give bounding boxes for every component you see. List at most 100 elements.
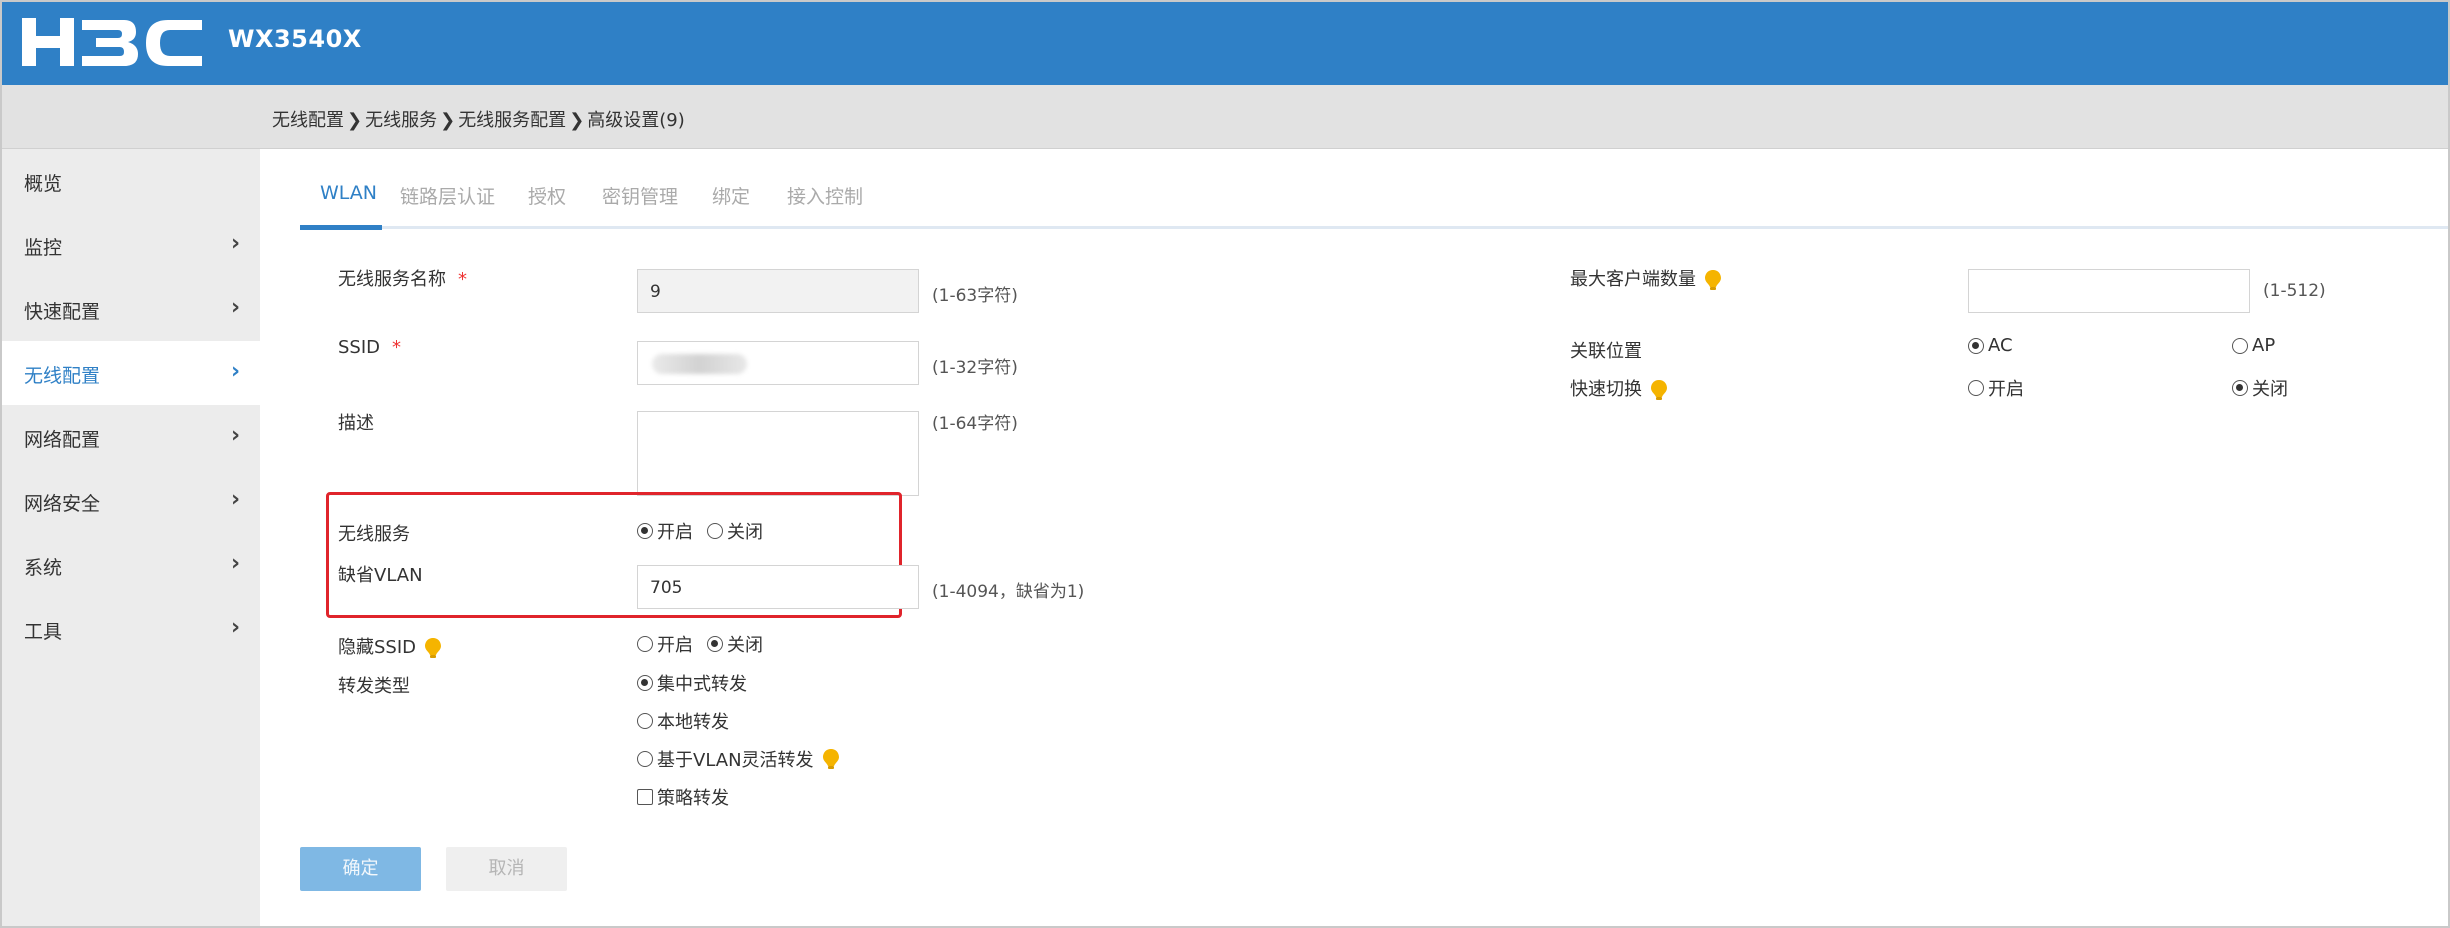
radio-checked-icon [1968, 337, 1984, 354]
h3c-logo [22, 18, 202, 66]
tip-bulb-icon[interactable] [820, 747, 842, 771]
main-content: WLAN 链路层认证 授权 密钥管理 绑定 接入控制 无线服务名称 * 9 (1-… [260, 149, 2448, 926]
sidebar-item-label: 网络配置 [24, 429, 101, 451]
hide-ssid-radio-group: 开启 关闭 [637, 631, 777, 657]
hide-ssid-label: 隐藏SSID [338, 633, 444, 660]
wireless-service-radio-group: 开启 关闭 [637, 518, 777, 544]
tab-key-management[interactable]: 密钥管理 [602, 182, 678, 209]
sidebar-item-label: 工具 [24, 621, 63, 643]
sidebar: 概览 监控 › 快速配置 › 无线配置 › 网络配置 › 网络安全 › 系统 ›… [2, 149, 260, 926]
sidebar-item-label: 系统 [24, 557, 63, 579]
forward-type-label: 转发类型 [338, 676, 410, 697]
radio-hide-ssid-on[interactable]: 开启 [637, 631, 693, 657]
max-clients-input[interactable] [1968, 269, 2250, 313]
radio-forward-vlan-flexible[interactable]: 基于VLAN灵活转发 [637, 746, 856, 772]
radio-assoc-ac[interactable]: AC [1968, 335, 2027, 359]
sidebar-item-network-security[interactable]: 网络安全 › [2, 469, 260, 533]
sidebar-item-label: 监控 [24, 237, 63, 259]
sidebar-item-label: 快速配置 [24, 301, 101, 323]
tab-link-auth[interactable]: 链路层认证 [400, 182, 495, 209]
breadcrumb-separator-icon: ❯ [569, 110, 585, 131]
sidebar-item-label: 概览 [24, 173, 63, 195]
radio-fast-roaming-off[interactable]: 关闭 [2232, 375, 2302, 401]
app-window: WX3540X 无线配置 ❯ 无线服务 ❯ 无线服务配置 ❯ 高级设置(9) 概览 监控 ›… [0, 0, 2450, 928]
tab-wlan[interactable]: WLAN [320, 182, 377, 204]
radio-assoc-ap[interactable]: AP [2232, 335, 2289, 359]
breadcrumb-item[interactable]: 无线服务 [365, 110, 437, 131]
ssid-label: SSID * [338, 337, 402, 358]
chevron-right-icon: › [231, 231, 241, 256]
radio-unchecked-icon [2232, 337, 2248, 354]
ssid-hint: (1-32字符) [932, 358, 1018, 378]
default-vlan-hint: (1-4094，缺省为1) [932, 582, 1085, 602]
tip-bulb-icon[interactable] [1702, 268, 1724, 292]
radio-checked-icon [707, 636, 723, 652]
radio-forward-centralized[interactable]: 集中式转发 [637, 670, 761, 696]
default-vlan-label: 缺省VLAN [338, 565, 423, 586]
ok-button[interactable]: 确定 [300, 847, 421, 891]
radio-unchecked-icon [1968, 380, 1984, 396]
service-name-hint: (1-63字符) [932, 286, 1018, 306]
sidebar-item-wireless-config[interactable]: 无线配置 › [2, 341, 260, 405]
sidebar-item-monitor[interactable]: 监控 › [2, 213, 260, 277]
sidebar-item-overview[interactable]: 概览 [2, 149, 260, 213]
breadcrumb-separator-icon: ❯ [440, 110, 456, 131]
breadcrumb-bar: 无线配置 ❯ 无线服务 ❯ 无线服务配置 ❯ 高级设置(9) [2, 85, 2448, 149]
tab-access-control[interactable]: 接入控制 [787, 182, 863, 209]
sidebar-item-network-config[interactable]: 网络配置 › [2, 405, 260, 469]
breadcrumb-current: 高级设置(9) [587, 110, 685, 131]
breadcrumb-separator-icon: ❯ [347, 110, 363, 131]
breadcrumb-item[interactable]: 无线服务配置 [458, 110, 566, 131]
max-clients-label: 最大客户端数量 [1570, 265, 1724, 292]
description-textarea[interactable] [637, 411, 919, 496]
required-mark: * [458, 269, 467, 290]
chevron-right-icon: › [231, 359, 241, 384]
description-label: 描述 [338, 413, 374, 434]
sidebar-item-system[interactable]: 系统 › [2, 533, 260, 597]
required-mark: * [392, 337, 402, 358]
top-header: WX3540X [2, 2, 2448, 85]
chevron-right-icon: › [231, 551, 241, 576]
radio-fast-roaming-on[interactable]: 开启 [1968, 375, 2038, 401]
service-name-label: 无线服务名称 * [338, 269, 467, 290]
tab-authorization[interactable]: 授权 [528, 182, 566, 209]
cancel-button[interactable]: 取消 [446, 847, 567, 891]
ssid-input[interactable] [637, 341, 919, 385]
default-vlan-input[interactable]: 705 [637, 565, 919, 609]
radio-unchecked-icon [637, 713, 653, 729]
chevron-right-icon: › [231, 487, 241, 512]
radio-checked-icon [637, 675, 653, 691]
checkbox-unchecked-icon [637, 789, 653, 805]
fast-roaming-label: 快速切换 [1570, 375, 1670, 402]
breadcrumb-item[interactable]: 无线配置 [272, 110, 344, 131]
sidebar-item-label: 无线配置 [24, 365, 101, 387]
radio-wireless-service-on[interactable]: 开启 [637, 518, 693, 544]
radio-forward-local[interactable]: 本地转发 [637, 708, 743, 734]
radio-wireless-service-off[interactable]: 关闭 [707, 518, 763, 544]
radio-unchecked-icon [637, 751, 653, 767]
assoc-location-label: 关联位置 [1570, 341, 1642, 362]
breadcrumb: 无线配置 ❯ 无线服务 ❯ 无线服务配置 ❯ 高级设置(9) [272, 106, 685, 132]
sidebar-item-quick-config[interactable]: 快速配置 › [2, 277, 260, 341]
chevron-right-icon: › [231, 423, 241, 448]
radio-hide-ssid-off[interactable]: 关闭 [707, 631, 763, 657]
max-clients-hint: (1-512) [2263, 281, 2326, 301]
tab-binding[interactable]: 绑定 [712, 182, 750, 209]
sidebar-item-tools[interactable]: 工具 › [2, 597, 260, 661]
radio-unchecked-icon [637, 636, 653, 652]
sidebar-item-label: 网络安全 [24, 493, 101, 515]
description-hint: (1-64字符) [932, 414, 1018, 434]
wireless-service-label: 无线服务 [338, 524, 410, 545]
radio-checked-icon [2232, 380, 2248, 396]
device-model: WX3540X [228, 25, 362, 53]
chevron-right-icon: › [231, 615, 241, 640]
tip-bulb-icon[interactable] [422, 636, 444, 660]
radio-unchecked-icon [707, 523, 723, 539]
chevron-right-icon: › [231, 295, 241, 320]
radio-checked-icon [637, 523, 653, 539]
blurred-ssid-value [652, 354, 747, 374]
service-name-input[interactable]: 9 [637, 269, 919, 313]
checkbox-policy-forward[interactable]: 策略转发 [637, 784, 743, 810]
tip-bulb-icon[interactable] [1648, 378, 1670, 402]
active-tab-indicator [300, 225, 382, 230]
